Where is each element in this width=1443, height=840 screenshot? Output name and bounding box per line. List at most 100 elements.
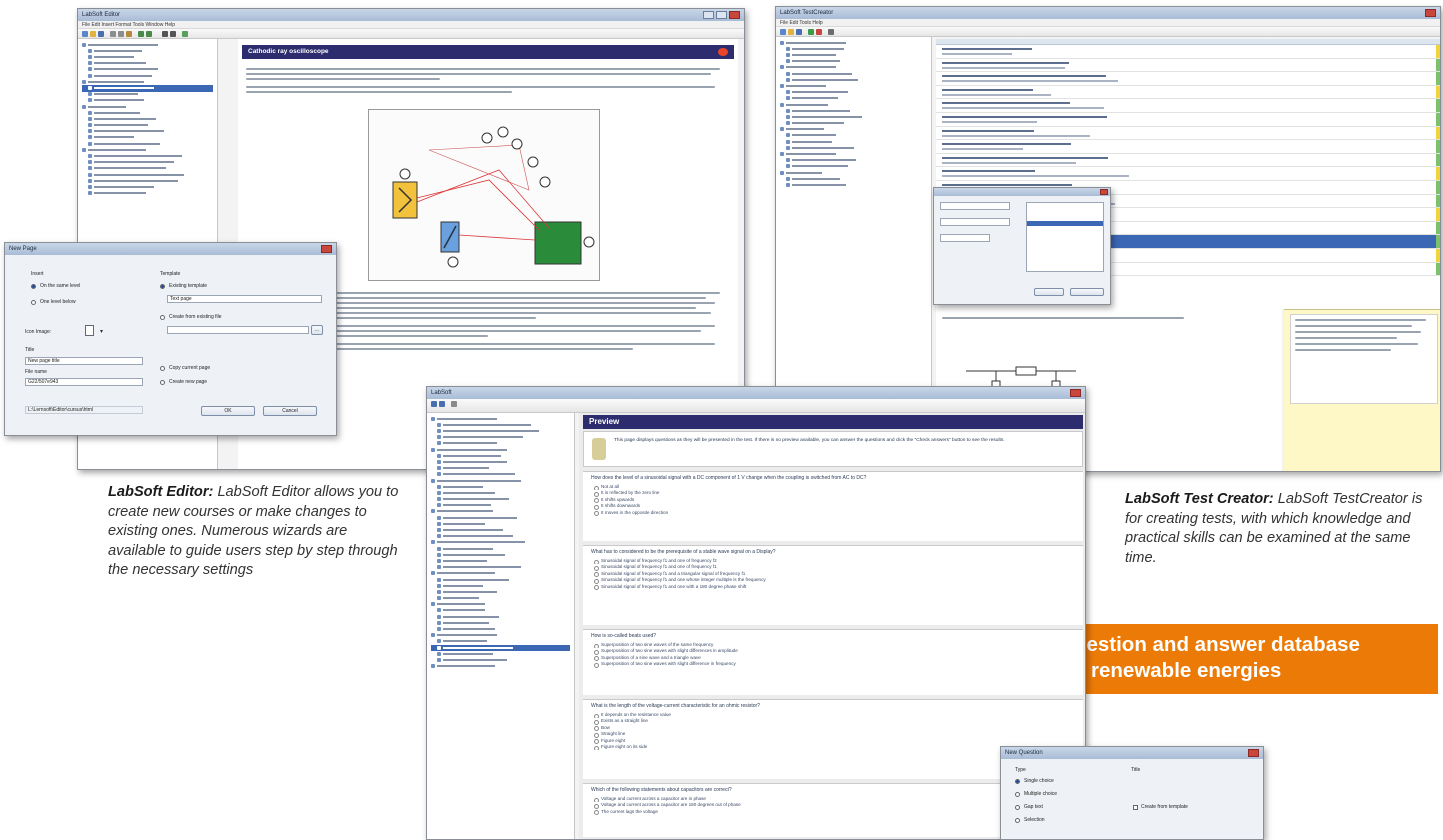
question-list-row[interactable] (936, 126, 1440, 141)
create-new-page-radio[interactable] (160, 380, 165, 385)
existing-template-radio[interactable] (160, 284, 165, 289)
preview-window-title: LabSoft (431, 390, 452, 396)
close-button[interactable] (729, 11, 740, 19)
insert-same-level-label: On the same level (40, 283, 81, 289)
preview-tree[interactable] (427, 413, 575, 839)
tc-toolbar (776, 27, 1440, 37)
gap-text-radio[interactable] (1015, 805, 1020, 810)
tree-item[interactable] (431, 664, 570, 670)
open-test-icon[interactable] (788, 29, 794, 35)
question-list-row[interactable] (936, 167, 1440, 181)
nq-close-button[interactable] (1248, 749, 1259, 757)
insert-image-icon[interactable] (182, 31, 188, 37)
selection-radio[interactable] (1015, 818, 1020, 823)
question-list-row[interactable] (936, 112, 1440, 127)
title-input[interactable]: New page title (25, 357, 143, 365)
page-title-bar: Cathodic ray oscilloscope (242, 45, 734, 59)
question-list-row[interactable] (936, 58, 1440, 73)
answer-option[interactable]: It moves in the opposite direction (583, 510, 1083, 516)
page-icon[interactable] (85, 325, 94, 336)
ok-button[interactable]: OK (201, 406, 255, 416)
qp-list[interactable] (1026, 202, 1104, 272)
question-list-row[interactable] (936, 140, 1440, 154)
question-list-row[interactable] (936, 99, 1440, 113)
question-text: What is the length of the voltage-curren… (591, 703, 760, 709)
question-list-row[interactable] (936, 153, 1440, 168)
answer-option[interactable]: Superposition of two sine waves with sli… (583, 661, 1083, 668)
qp-cancel-button[interactable] (1070, 288, 1104, 296)
browse-button[interactable]: … (311, 325, 323, 335)
nq-type-label: Type (1015, 767, 1026, 773)
save-test-icon[interactable] (796, 29, 802, 35)
editor-caption: LabSoft Editor: LabSoft Editor allows yo… (108, 483, 400, 581)
chevron-down-icon[interactable]: ▾ (100, 328, 103, 335)
redo-icon[interactable] (146, 31, 152, 37)
question-list-row[interactable] (936, 72, 1440, 86)
add-question-icon[interactable] (808, 29, 814, 35)
qp-close-button[interactable] (1100, 189, 1108, 195)
template-select[interactable]: Text page (167, 295, 322, 303)
question-list-row[interactable] (936, 45, 1440, 59)
editor-menubar[interactable]: File Edit Insert Format Tools Window Hel… (78, 21, 744, 29)
question-text: What has to considered to be the prerequ… (591, 549, 776, 555)
file-path-input[interactable] (167, 326, 309, 334)
dialog-title: New Page (9, 246, 37, 252)
qp-field-3[interactable] (940, 234, 990, 242)
qp-field-1[interactable] (940, 202, 1010, 210)
test-creator-caption: LabSoft Test Creator: LabSoft TestCreato… (1125, 490, 1441, 568)
undo-icon[interactable] (138, 31, 144, 37)
filename-input[interactable]: G22/507e943 (25, 378, 143, 386)
qp-ok-button[interactable] (1034, 288, 1064, 296)
create-from-template-label: Create from template (1141, 804, 1188, 810)
delete-question-icon[interactable] (816, 29, 822, 35)
cancel-button[interactable]: Cancel (263, 406, 317, 416)
create-from-template-checkbox[interactable] (1133, 805, 1138, 810)
bold-icon[interactable] (162, 31, 168, 37)
multiple-choice-label: Multiple choice (1024, 791, 1058, 797)
nq-title-label: Title (1131, 767, 1141, 773)
gap-text-label: Gap text (1024, 804, 1043, 810)
tc-close-button[interactable] (1425, 9, 1436, 17)
cut-icon[interactable] (110, 31, 116, 37)
multiple-choice-radio[interactable] (1015, 792, 1020, 797)
minimize-button[interactable] (703, 11, 714, 19)
insert-same-level-radio[interactable] (31, 284, 36, 289)
maximize-button[interactable] (716, 11, 727, 19)
tc-menubar[interactable]: File Edit Tools Help (776, 19, 1440, 27)
create-new-page-label: Create new page (169, 379, 208, 385)
preview-close-button[interactable] (1070, 389, 1081, 397)
forward-icon[interactable] (439, 401, 445, 407)
insert-below-label: One level below (40, 299, 76, 305)
editor-window-title: LabSoft Editor (82, 12, 121, 18)
qp-field-2[interactable] (940, 218, 1010, 226)
home-icon[interactable] (451, 401, 457, 407)
insert-below-radio[interactable] (31, 300, 36, 305)
back-icon[interactable] (431, 401, 437, 407)
single-choice-radio[interactable] (1015, 779, 1020, 784)
page-title: Cathodic ray oscilloscope (248, 48, 329, 55)
question-properties-dialog (933, 187, 1111, 305)
open-icon[interactable] (90, 31, 96, 37)
body-text (238, 59, 738, 102)
save-icon[interactable] (98, 31, 104, 37)
italic-icon[interactable] (170, 31, 176, 37)
dialog-close-button[interactable] (321, 245, 332, 253)
question-block: How is so-called beats used? Superpositio… (583, 629, 1083, 695)
diagram-svg (392, 126, 595, 268)
create-from-file-label: Create from existing file (169, 314, 222, 320)
copy-page-radio[interactable] (160, 366, 165, 371)
intro-text: This page displays questions as they wil… (614, 438, 1005, 443)
tree-item[interactable] (780, 182, 927, 188)
copy-icon[interactable] (118, 31, 124, 37)
new-test-icon[interactable] (780, 29, 786, 35)
create-from-file-radio[interactable] (160, 315, 165, 320)
tree-item[interactable] (82, 191, 213, 197)
paste-icon[interactable] (126, 31, 132, 37)
title-label: Title (25, 347, 35, 353)
new-icon[interactable] (82, 31, 88, 37)
tc-window-title: LabSoft TestCreator (780, 10, 834, 16)
preview-icon[interactable] (828, 29, 834, 35)
question-list-row[interactable] (936, 85, 1440, 100)
answer-option[interactable]: Sinusoidal signal of frequency f1 and on… (583, 584, 1083, 590)
template-label: Template (160, 271, 181, 277)
